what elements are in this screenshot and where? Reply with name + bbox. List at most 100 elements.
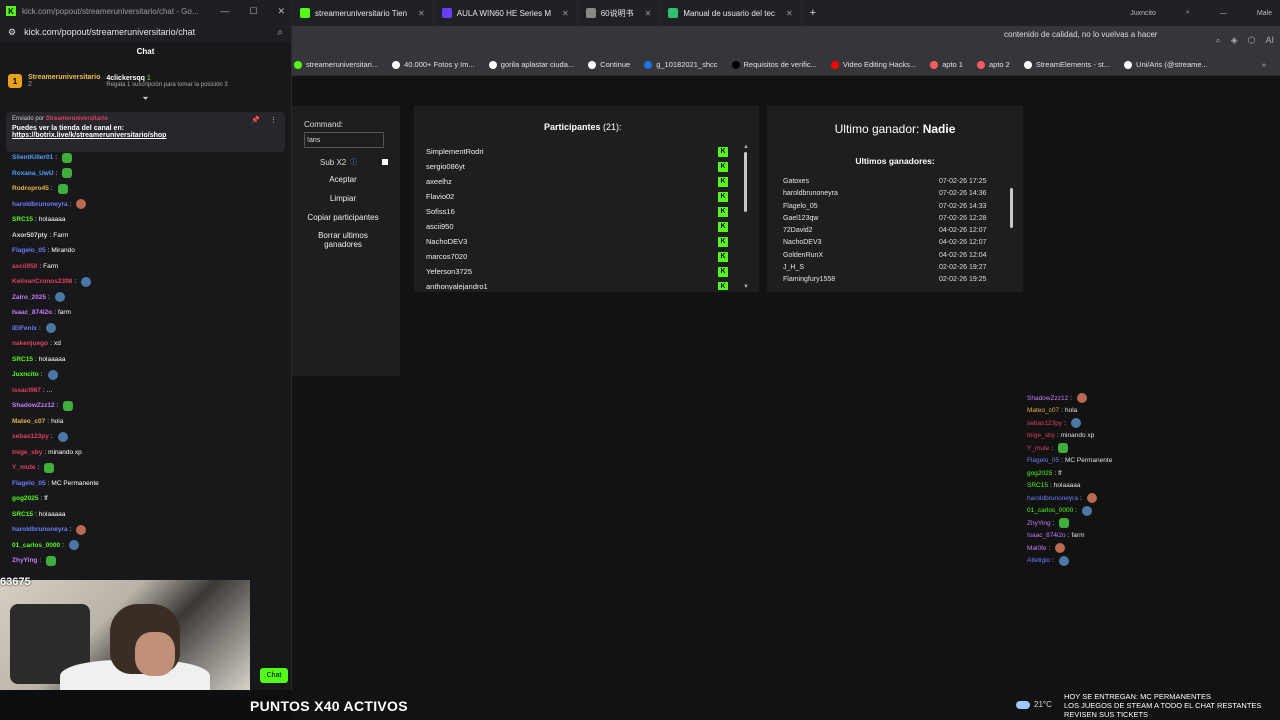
close-icon[interactable]: ✕ [277, 6, 285, 17]
winners-scrollbar[interactable] [1009, 180, 1015, 290]
bookmarks-overflow-icon[interactable]: » [1262, 60, 1266, 69]
tab-close-icon[interactable]: ✕ [562, 9, 569, 18]
winner-row[interactable]: Gael123qw 07-02-26 12:28 [777, 215, 1017, 227]
command-input[interactable] [304, 132, 384, 148]
search-icon[interactable]: ⌕ [1216, 35, 1221, 46]
participant-row[interactable]: marcos7020 K [414, 249, 744, 264]
chat-username[interactable]: sebas123py [1027, 420, 1062, 427]
chat-username[interactable]: haroldbrunoneyra [1027, 495, 1078, 502]
chat-username[interactable]: Mateo_c07 [12, 418, 45, 425]
chat-username[interactable]: Juxncito [12, 371, 39, 378]
chat-username[interactable]: Flagelo_05 [1027, 457, 1059, 464]
chat-username[interactable]: Isaac_874i2o [1027, 532, 1066, 539]
participant-row[interactable]: axeelhz K [414, 174, 744, 189]
bookmark-item[interactable]: Uni/Aris (@streame... [1124, 60, 1208, 69]
minimize-icon[interactable]: — [220, 6, 229, 17]
chat-username[interactable]: gog2025 [12, 495, 38, 502]
chat-send-button[interactable]: Chat [260, 668, 288, 683]
pin-icon[interactable]: 📌 [251, 116, 260, 124]
browser-tab[interactable]: AULA WIN60 HE Series M ✕ [434, 0, 578, 26]
chat-username[interactable]: SRC15 [1027, 482, 1048, 489]
chat-username[interactable]: SRC15 [12, 356, 33, 363]
chat-username[interactable]: Roxana_UwU [12, 170, 54, 177]
chat-username[interactable]: Isaac_874i2o [12, 309, 52, 316]
chat-username[interactable]: Rodropro45 [12, 185, 49, 192]
more-icon[interactable]: ⋮ [270, 116, 277, 124]
bookmark-item[interactable]: StreamElements - st... [1023, 60, 1110, 69]
bookmark-item[interactable]: g_10182021_shcc [644, 60, 718, 69]
chat-username[interactable]: Mal0fe [1027, 545, 1047, 552]
tune-icon[interactable]: ⚙ [8, 27, 16, 38]
maximize-icon[interactable]: ☐ [249, 6, 257, 17]
tab-close-icon[interactable]: ✕ [418, 9, 425, 18]
chat-username[interactable]: SRC15 [12, 216, 33, 223]
winner-row[interactable]: 72David2 04-02-26 12:07 [777, 227, 1017, 239]
clear-button[interactable]: Limpiar [302, 191, 384, 207]
chat-username[interactable]: SilentKiller01 [12, 154, 53, 161]
scroll-up-icon[interactable]: ▲ [743, 144, 749, 150]
search-icon[interactable]: ⌕ [277, 27, 283, 38]
omnibox-text[interactable]: contenido de calidad, no lo vuelvas a ha… [1004, 30, 1157, 39]
sub-x2-checkbox[interactable] [382, 159, 388, 165]
chat-username[interactable]: Zairo_2025 [12, 294, 46, 301]
chat-username[interactable]: tnige_sby [12, 449, 42, 456]
winner-row[interactable]: J_H_S 02-02-26 19:27 [777, 264, 1017, 276]
sub-user-name[interactable]: 4clickersqq [106, 75, 145, 82]
participant-row[interactable]: Yeferson3725 K [414, 264, 744, 279]
winner-row[interactable]: haroldbrunoneyra 07-02-26 14:36 [777, 190, 1017, 202]
extension-icon[interactable]: ⬡ [1248, 35, 1256, 46]
ai-button[interactable]: AI [1265, 35, 1274, 45]
chat-username[interactable]: Axor507pty [12, 232, 47, 239]
chat-username[interactable]: ShadowZzz12 [1027, 395, 1068, 402]
browser-tab[interactable]: streameruniversitario Tien ✕ [292, 0, 434, 26]
participant-row[interactable]: sergio086yt K [414, 159, 744, 174]
sub-channel-name[interactable]: Streameruniversitario [28, 74, 100, 81]
participant-row[interactable]: SimplementRodri K [414, 144, 744, 159]
participants-list[interactable]: SimplementRodri Ksergio086yt Kaxeelhz K Flav… [414, 144, 744, 290]
bookmark-item[interactable]: streameruniversitari... [294, 60, 378, 69]
chat-username[interactable]: Flagelo_05 [12, 247, 46, 254]
chat-username[interactable]: sebas123py [12, 433, 49, 440]
expand-arrow-icon[interactable]: ⏷ [0, 94, 291, 104]
chat-message-list[interactable]: SilentKiller01: Roxana_UwU: Rodropro45: har… [0, 150, 292, 580]
winner-row[interactable]: Flamingfury1558 02-02-26 19:25 [777, 276, 1017, 288]
winner-row[interactable]: Flagelo_05 07-02-26 14:33 [777, 203, 1017, 215]
chat-username[interactable]: Atletigio [1027, 557, 1050, 564]
browser-tab[interactable]: Manual de usuario del tec ✕ [660, 0, 802, 26]
tab-close-icon[interactable]: ✕ [786, 9, 793, 18]
chat-username[interactable]: ShadowZzz12 [12, 402, 55, 409]
chat-username[interactable]: gog2025 [1027, 470, 1052, 477]
new-tab-icon[interactable]: + [802, 7, 824, 19]
chat-username[interactable]: tnige_sby [1027, 432, 1055, 439]
chat-username[interactable]: ZhyYing [12, 557, 37, 564]
popout-url[interactable]: kick.com/popout/streameruniversitario/ch… [24, 27, 195, 37]
bookmark-item[interactable]: gorila aplastar ciuda... [488, 60, 574, 69]
participants-scrollbar[interactable]: ▲ ▼ [742, 144, 750, 290]
bookmark-item[interactable]: Video Editing Hacks... [830, 60, 916, 69]
profile-short[interactable]: Male [1257, 10, 1272, 17]
participant-row[interactable]: Flavio02 K [414, 189, 744, 204]
accept-button[interactable]: Aceptar [302, 172, 384, 188]
chat-username[interactable]: Mateo_c07 [1027, 407, 1059, 414]
info-icon[interactable]: ⓘ [350, 157, 357, 167]
chat-username[interactable]: 01_carlos_0000 [1027, 507, 1073, 514]
winner-row[interactable]: NachoDEV3 04-02-26 12:07 [777, 239, 1017, 251]
browser-tab[interactable]: 60说明书 ✕ [578, 0, 661, 26]
chat-username[interactable]: ascii950 [12, 263, 37, 270]
participant-row[interactable]: Sofiss16 K [414, 204, 744, 219]
minimize-icon[interactable]: — [1220, 10, 1227, 17]
chat-username[interactable]: nakenjuego [12, 340, 48, 347]
scroll-down-icon[interactable]: ▼ [743, 284, 749, 290]
winner-row[interactable]: GoldenRunX 04-02-26 12:04 [777, 252, 1017, 264]
delete-winners-button[interactable]: Borrar ultimos ganadores [302, 230, 384, 252]
extension-icon[interactable]: ◈ [1231, 35, 1238, 46]
scroll-thumb[interactable] [1010, 188, 1013, 228]
profile-area[interactable]: Juxncito ⌕ — Male [1130, 9, 1280, 17]
last-winners-list[interactable]: Gatoxes 07-02-26 17:25 haroldbrunoneyra 07-… [777, 178, 1017, 290]
chat-username[interactable]: ZhyYing [1027, 520, 1051, 527]
scroll-thumb[interactable] [744, 152, 747, 212]
participant-row[interactable]: NachoDEV3 K [414, 234, 744, 249]
bookmark-item[interactable]: 40.000+ Fotos y Im... [392, 60, 475, 69]
bookmark-item[interactable]: apto 1 [930, 60, 963, 69]
chat-username[interactable]: haroldbrunoneyra [12, 201, 68, 208]
